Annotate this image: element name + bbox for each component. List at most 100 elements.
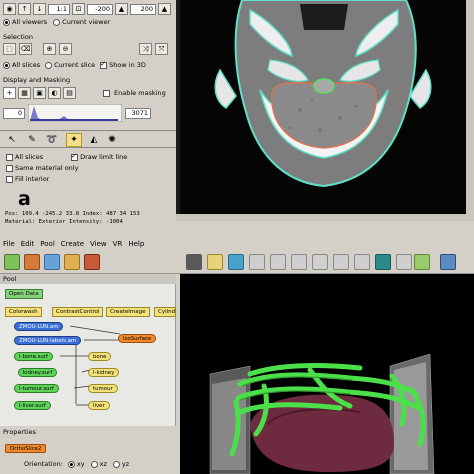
color-icon[interactable]: ▦ [18,87,31,99]
ct-slice-image[interactable] [180,0,466,214]
show-in-3d-checkbox[interactable] [100,60,108,69]
view-icon[interactable]: ⊡ [72,3,85,15]
menu-pool[interactable]: Pool [40,240,54,248]
set-home-icon[interactable] [333,254,349,270]
current-slice-radio[interactable] [45,61,53,69]
menu-vr[interactable]: VR [113,240,123,248]
layout-icon[interactable] [440,254,456,270]
liver-surface-node[interactable]: l-liver.surf [14,401,51,410]
magic-wand-icon[interactable]: ✦ [66,133,82,147]
draw-limit-line-checkbox[interactable] [71,152,79,161]
network-icon[interactable] [44,254,60,270]
properties-heading: Properties [3,428,36,436]
cube-icon[interactable] [375,254,391,270]
arrow-down-icon[interactable]: ↓ [33,3,46,15]
tool-strip: ↖ ✎ ➰ ✦ ◭ ✺ [0,130,176,148]
bone-surface-node[interactable]: l-bone.surf [14,352,53,361]
orientation-xz-radio[interactable] [90,460,98,468]
orthoslice-module[interactable]: OrthoSlice2 [5,444,47,453]
expand-icon[interactable]: ⤧ [155,43,168,55]
range-min-field[interactable]: -200 [87,3,113,15]
all-slices-checkbox[interactable] [6,153,13,161]
select-icon[interactable]: ⬚ [3,43,16,55]
orientation-yz-radio[interactable] [112,460,120,468]
mask-low-field[interactable]: 0 [3,107,25,119]
orientation-yz-label: yz [121,460,130,468]
contrast-icon[interactable]: ◐ [48,87,61,99]
rotate-icon[interactable] [249,254,265,270]
arrow-up-icon[interactable]: ▲ [115,3,128,15]
kidney-surface-node[interactable]: kidney.surf [18,368,58,377]
threshold-icon[interactable]: ◭ [86,133,102,147]
info-readout: Pos: 109.4 -245.2 33.8 Index: 487 34 153… [0,208,176,238]
labels-node[interactable]: ZMOU-LUN-labels.am [14,336,82,345]
all-viewers-label: All viewers [12,18,48,26]
brush-icon[interactable]: ✎ [24,133,40,147]
pool-panel: Pool Open Data Colorwash ContrastControl… [0,274,176,426]
perspective-icon[interactable] [396,254,412,270]
range-max-field[interactable]: 200 [130,3,156,15]
kidney-view-node[interactable]: l-kidney [88,368,120,377]
menu-view[interactable]: View [90,240,107,248]
segmentation-icon[interactable] [24,254,40,270]
all-slices-label: All slices [12,61,41,69]
pointer-icon[interactable]: ↖ [4,133,20,147]
menu-edit[interactable]: Edit [21,240,35,248]
selection-heading: Selection [3,33,33,41]
shrink-icon[interactable]: ⤨ [139,43,152,55]
material-readout: Material: Exterior Intensity: -1004 [5,219,123,225]
zoom-icon[interactable] [270,254,286,270]
grid-icon[interactable]: ▤ [63,87,76,99]
current-viewer-label: Current viewer [62,18,111,26]
crosshair-icon[interactable]: + [3,87,16,99]
move-icon[interactable] [228,254,244,270]
zoom-field[interactable]: 1:1 [48,3,70,15]
segmentation-editor: ◉ ↑ ↓ 1:1 ⊡ -200 ▲ 200 ▲ All viewers Cur… [0,0,474,238]
display-masking-heading: Display and Masking [3,76,71,84]
horizontal-scrollbar[interactable] [176,214,474,221]
home-icon[interactable] [312,254,328,270]
tumour-view-node[interactable]: tumour [88,384,118,393]
3d-viewer[interactable] [180,274,474,474]
isosurface-node[interactable]: IsoSurface [118,334,157,343]
layers-icon[interactable] [64,254,80,270]
menu-help[interactable]: Help [128,240,144,248]
3d-scene[interactable] [180,274,474,474]
pan-icon[interactable] [291,254,307,270]
arrow-up-icon[interactable]: ▲ [158,3,171,15]
subtract-icon[interactable]: ⊖ [59,43,72,55]
same-material-checkbox[interactable] [6,164,13,172]
bone-view-node[interactable]: bone [88,352,112,361]
add-icon[interactable]: ⊕ [43,43,56,55]
stereo-icon[interactable] [414,254,430,270]
slice-viewer[interactable] [176,0,474,218]
fill-interior-checkbox[interactable] [6,175,13,183]
vertical-scrollbar[interactable] [466,0,474,214]
tumour-surface-node[interactable]: l-tumour.surf [14,384,59,393]
orientation-xy-radio[interactable] [67,460,75,468]
current-viewer-radio[interactable] [53,18,61,26]
blow-icon[interactable]: ✺ [104,133,120,147]
liver-view-node[interactable]: liver [88,401,110,410]
histogram[interactable] [28,104,122,122]
position-readout: Pos: 109.4 -245.2 33.8 Index: 487 34 153 [5,211,140,217]
data-node[interactable]: ZMOU-LUN.am [14,322,64,331]
menu-create[interactable]: Create [61,240,84,248]
application-window: ◉ ↑ ↓ 1:1 ⊡ -200 ▲ 200 ▲ All viewers Cur… [0,0,474,474]
camera-icon[interactable] [354,254,370,270]
enable-masking-checkbox[interactable] [103,89,110,97]
image-icon[interactable]: ▣ [33,87,46,99]
all-viewers-radio[interactable] [3,18,10,26]
mask-high-field[interactable]: 3071 [125,107,151,119]
clear-icon[interactable]: ⌫ [19,43,32,55]
arrow-up-icon[interactable]: ↑ [18,3,31,15]
figure-label: a [18,188,31,210]
eye-icon[interactable]: ◉ [3,3,16,15]
pointer-icon[interactable] [186,254,202,270]
lasso-icon[interactable]: ➰ [44,133,60,147]
workspace-icon[interactable] [4,254,20,270]
menu-file[interactable]: File [3,240,15,248]
all-slices-radio[interactable] [3,61,10,69]
book-icon[interactable] [84,254,100,270]
interact-icon[interactable] [207,254,223,270]
